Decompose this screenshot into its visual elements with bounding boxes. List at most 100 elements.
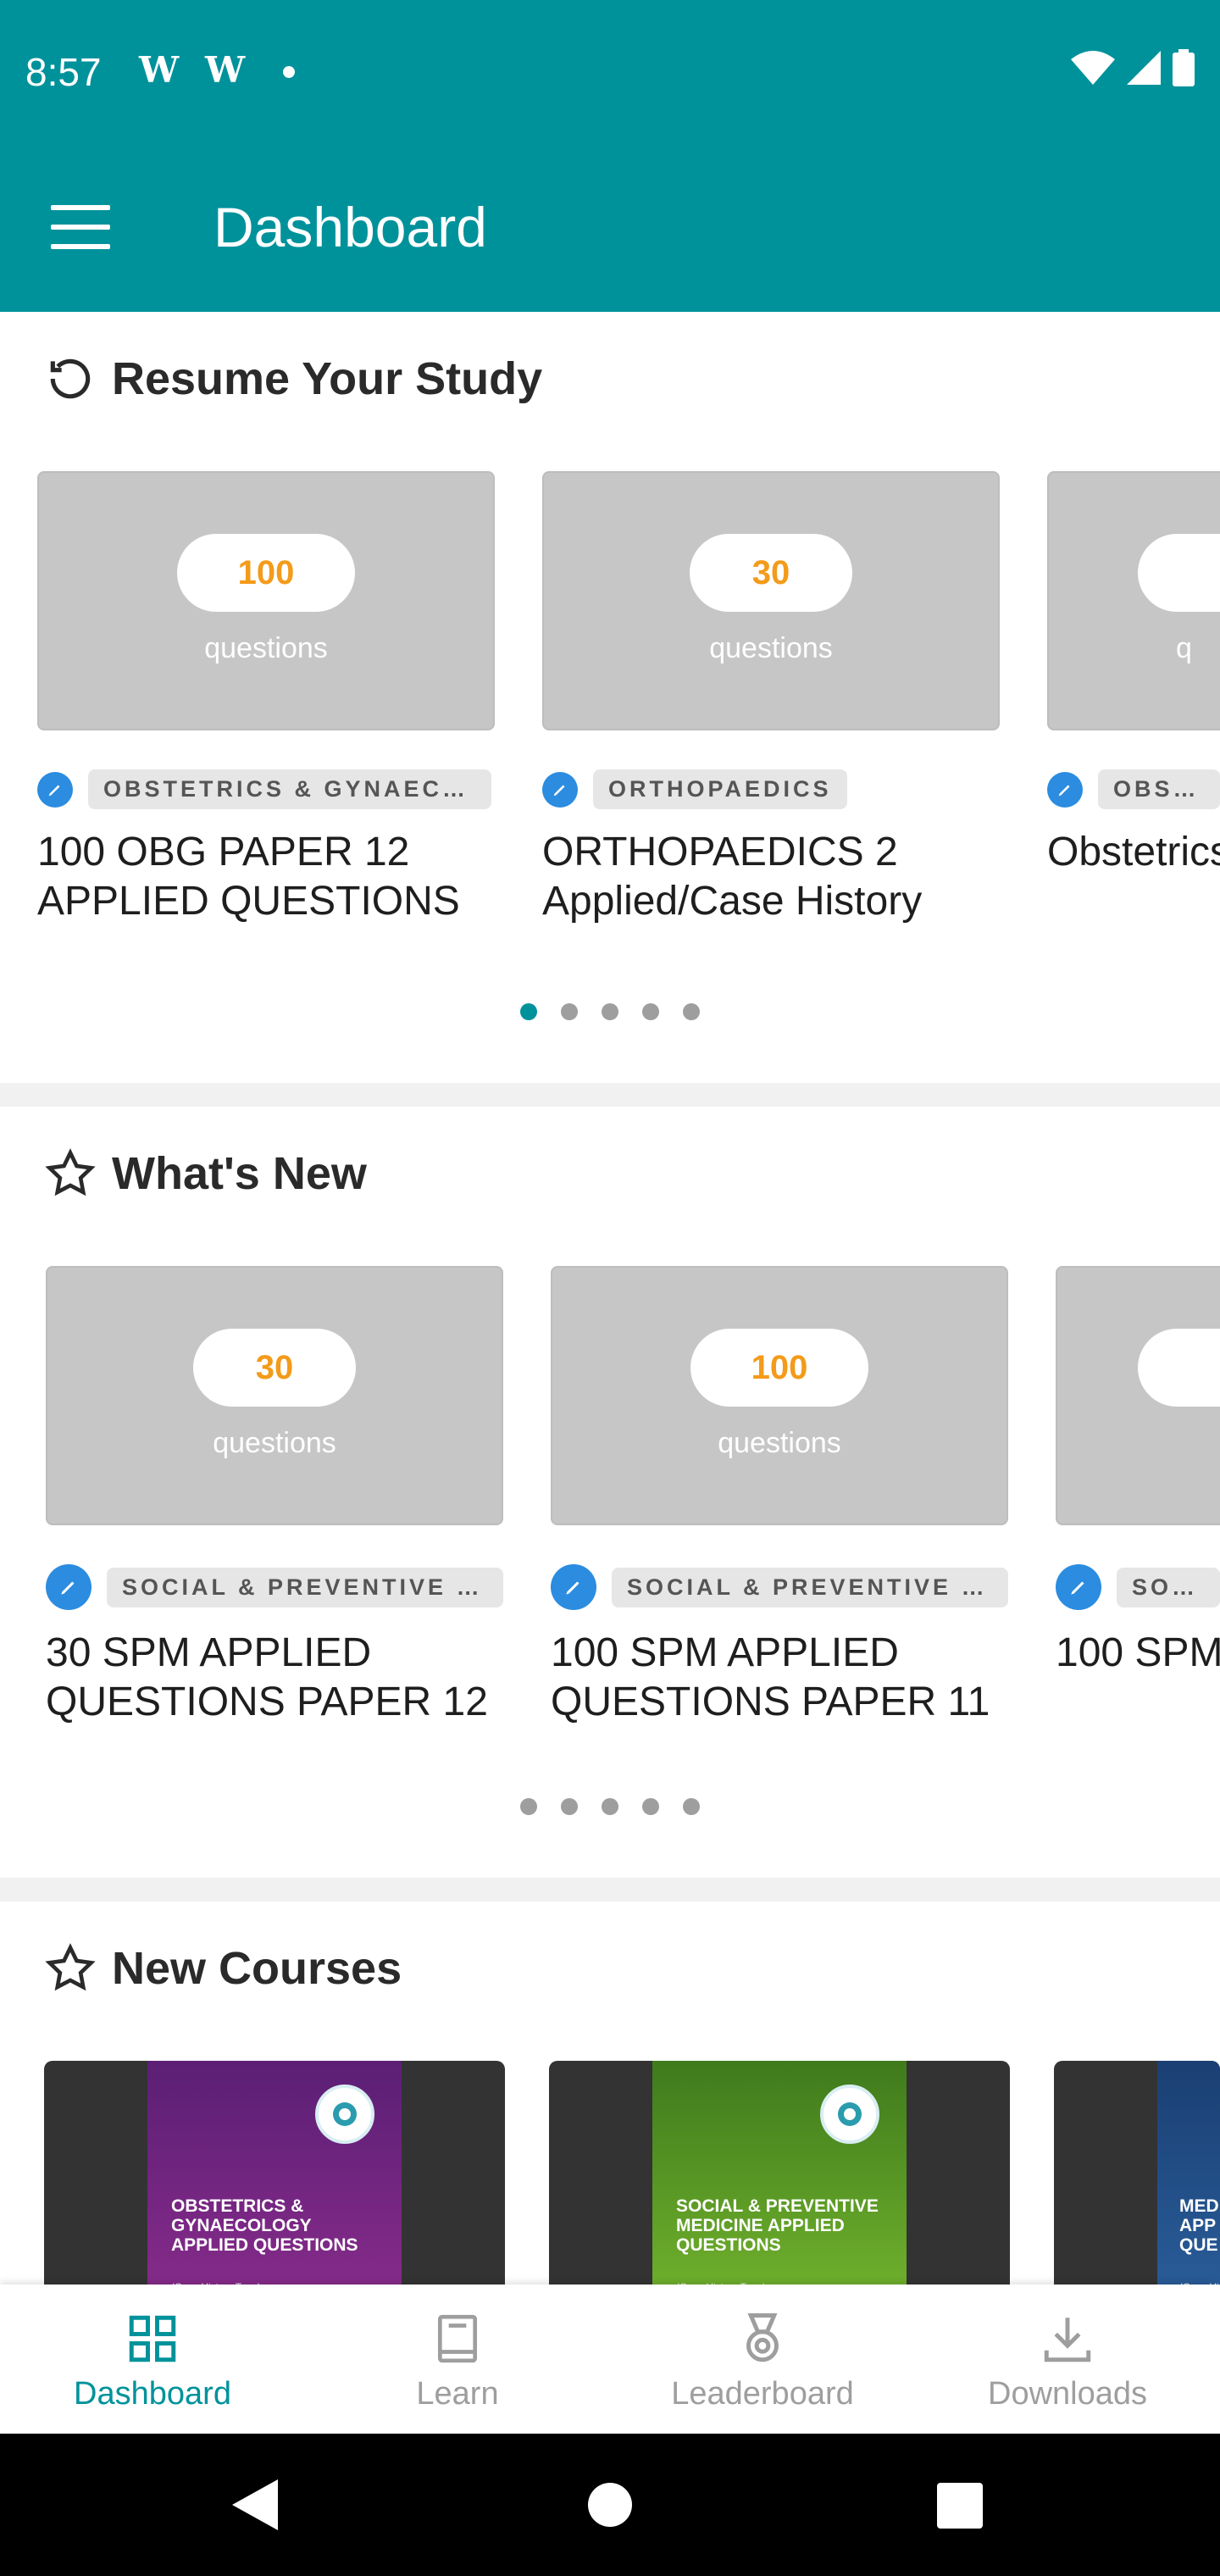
card-thumbnail: 30 questions [542,471,1000,730]
subject-tag: ORTHOPAEDICS [593,769,847,809]
study-card[interactable]: 30 questions ORTHOPAEDICS ORTHOPAEDICS 2… [542,471,1000,926]
book-icon [438,2314,477,2363]
card-thumbnail [1056,1266,1220,1525]
card-title: 30 SPM APPLIED QUESTIONS PAPER 12 [46,1630,488,1724]
course-card[interactable]: SOCIAL & PREVENTIVE MEDICINE APPLIED QUE… [549,2061,1010,2285]
card-title: 100 OBG PAPER 12 APPLIED QUESTIONS [37,830,460,924]
nav-leaderboard[interactable]: Leaderboard [610,2305,915,2412]
cover-title: SOCIAL & PREVENTIVE MEDICINE APPLIED QUE… [676,2196,879,2255]
cover-subtitle: (Case History Type) [171,2278,261,2285]
new-item-card[interactable]: SOCIAL 100 SPM QUESTIO [1056,1266,1220,1678]
signal-icon [1127,51,1161,85]
nav-learn[interactable]: Learn [305,2305,610,2412]
study-card[interactable]: q OBSTETRI Obstetrics & Gynaecol [1047,471,1220,877]
medal-icon [746,2313,779,2362]
nav-dashboard[interactable]: Dashboard [0,2305,305,2412]
carousel-dot[interactable] [602,1003,618,1020]
star-icon [45,1148,96,1196]
wifi-icon [1071,51,1115,85]
question-label: q [1176,632,1192,664]
section-divider [0,1878,1220,1901]
course-card[interactable]: OBSTETRICS & GYNAECOLOGY APPLIED QUESTIO… [44,2061,505,2285]
course-cover-image: MED APP QUE (Case Hi [1157,2061,1220,2285]
section-divider [0,1083,1220,1107]
pencil-icon [46,1564,92,1610]
home-icon[interactable] [588,2483,632,2527]
download-icon [1044,2318,1091,2362]
course-cover-image: SOCIAL & PREVENTIVE MEDICINE APPLIED QUE… [652,2061,907,2285]
new-item-card[interactable]: 30 questions SOCIAL & PREVENTIVE MEDI 30… [46,1266,503,1727]
carousel-dot[interactable] [683,1798,700,1815]
resume-study-section: Resume Your Study 100 questions OBSTETRI… [0,312,1220,1083]
card-title: Obstetrics & Gynaecol [1047,830,1220,874]
section-title: New Courses [112,1943,402,1994]
carousel-dot[interactable] [683,1003,700,1020]
system-navigation-bar [0,2434,1220,2576]
app-bar: Dashboard [0,142,1220,312]
question-label: questions [204,632,328,664]
card-title: 100 SPM QUESTIO [1056,1630,1220,1675]
nav-label: Dashboard [74,2376,231,2412]
recents-icon[interactable] [937,2483,983,2529]
carousel-dot[interactable] [561,1003,578,1020]
pencil-icon [37,771,73,808]
history-icon [50,358,91,399]
carousel-dot[interactable] [602,1798,618,1815]
carousel-dot[interactable] [520,1798,537,1815]
carousel-dot[interactable] [642,1798,659,1815]
menu-icon[interactable] [51,205,110,249]
cover-title: OBSTETRICS & GYNAECOLOGY APPLIED QUESTIO… [171,2196,358,2255]
subject-tag: OBSTETRI [1098,769,1220,809]
whats-new-section: What's New 30 questions SOCIAL & PREVENT… [0,1107,1220,1878]
status-bar: 8:57 W W [0,0,1220,142]
card-title: ORTHOPAEDICS 2 Applied/Case History [542,830,923,924]
question-label: questions [213,1427,336,1459]
pencil-icon [1047,771,1083,808]
carousel-dot[interactable] [642,1003,659,1020]
new-item-card[interactable]: 100 questions SOCIAL & PREVENTIVE MEDI 1… [551,1266,1008,1727]
status-dot [283,66,295,78]
question-count [1138,1329,1220,1407]
question-label: questions [718,1427,841,1459]
cover-subtitle: (Case Hi [1179,2278,1219,2285]
back-icon[interactable] [232,2479,278,2530]
nav-label: Learn [416,2376,499,2412]
carousel-indicator [0,1798,1220,1815]
nav-label: Downloads [988,2376,1147,2412]
section-title: What's New [112,1148,367,1199]
status-notification-w: W [205,49,246,91]
subject-tag: OBSTETRICS & GYNAECOLO… [88,769,491,809]
cover-subtitle: (Case History Type) [676,2278,766,2285]
card-thumbnail: 100 questions [551,1266,1008,1525]
carousel-dot[interactable] [561,1798,578,1815]
nav-label: Leaderboard [671,2376,854,2412]
institute-logo [315,2085,374,2144]
study-card[interactable]: 100 questions OBSTETRICS & GYNAECOLO… 10… [37,471,495,926]
cover-title: MED APP QUE [1179,2196,1219,2255]
card-thumbnail: 100 questions [37,471,495,730]
new-courses-section: New Courses OBSTETRICS & GYNAECOLOGY APP… [0,1901,1220,2285]
pencil-icon [1056,1564,1101,1610]
status-time: 8:57 [25,50,102,94]
question-count [1138,534,1220,612]
status-notification-w: W [139,49,180,91]
nav-downloads[interactable]: Downloads [915,2305,1220,2412]
bottom-navigation: Dashboard Learn Leaderboard Downloads [0,2285,1220,2434]
subject-tag: SOCIAL & PREVENTIVE MEDI [612,1567,1008,1607]
subject-tag: SOCIAL [1117,1567,1220,1607]
section-title: Resume Your Study [112,353,543,404]
pencil-icon [542,771,578,808]
question-label: questions [709,632,833,664]
page-title: Dashboard [214,196,487,258]
pencil-icon [551,1564,596,1610]
subject-tag: SOCIAL & PREVENTIVE MEDI [107,1567,503,1607]
card-thumbnail: q [1047,471,1220,730]
course-card[interactable]: MED APP QUE (Case Hi [1054,2061,1220,2285]
institute-logo [820,2085,879,2144]
dashboard-icon [129,2315,176,2362]
question-count: 30 [690,534,852,612]
question-count: 30 [193,1329,356,1407]
card-title: 100 SPM APPLIED QUESTIONS PAPER 11 [551,1630,990,1724]
battery-icon [1173,49,1195,86]
carousel-dot[interactable] [520,1003,537,1020]
